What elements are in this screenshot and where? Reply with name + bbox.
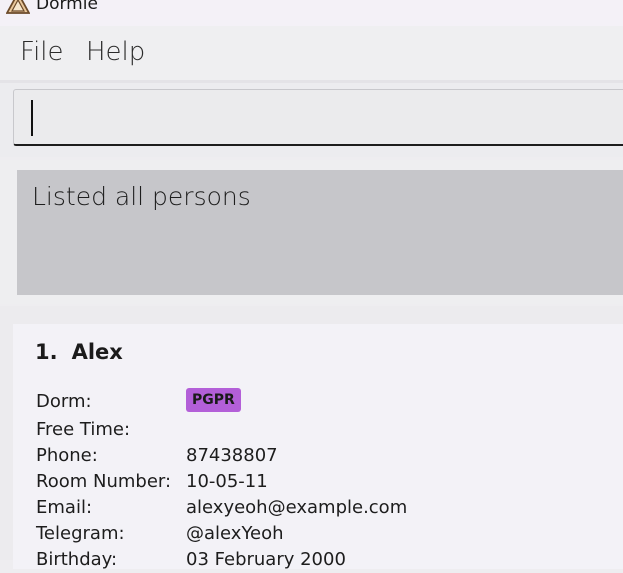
email-label: Email: xyxy=(36,497,93,518)
menu-bar: File Help xyxy=(0,26,623,80)
room-label: Room Number: xyxy=(36,471,172,492)
person-index: 1. xyxy=(35,340,58,364)
room-value: 10-05-11 xyxy=(186,471,268,492)
app-icon xyxy=(6,0,30,14)
telegram-value: @alexYeoh xyxy=(186,523,284,544)
result-display: Listed all persons xyxy=(17,170,623,295)
window-title: Dormie xyxy=(36,0,98,14)
person-card[interactable]: 1. Alex Dorm: PGPR Free Time: Phone: 8743… xyxy=(13,324,623,570)
telegram-label: Telegram: xyxy=(36,523,125,544)
free-time-label: Free Time: xyxy=(36,419,131,440)
menu-help[interactable]: Help xyxy=(86,37,145,67)
title-bar: Dormie xyxy=(0,0,623,26)
menu-file[interactable]: File xyxy=(20,37,64,67)
phone-label: Phone: xyxy=(36,445,98,466)
person-list[interactable]: 1. Alex Dorm: PGPR Free Time: Phone: 8743… xyxy=(0,306,623,570)
result-area: Listed all persons xyxy=(0,160,623,304)
result-message: Listed all persons xyxy=(32,182,251,211)
email-value: alexyeoh@example.com xyxy=(186,497,408,518)
phone-value: 87438807 xyxy=(186,445,278,466)
command-input[interactable] xyxy=(13,89,623,146)
person-name: Alex xyxy=(71,340,123,364)
text-caret xyxy=(31,100,33,136)
person-name-heading: 1. Alex xyxy=(35,340,123,364)
command-area xyxy=(0,83,623,157)
dorm-label: Dorm: xyxy=(36,391,92,412)
dorm-tag: PGPR xyxy=(186,388,241,412)
